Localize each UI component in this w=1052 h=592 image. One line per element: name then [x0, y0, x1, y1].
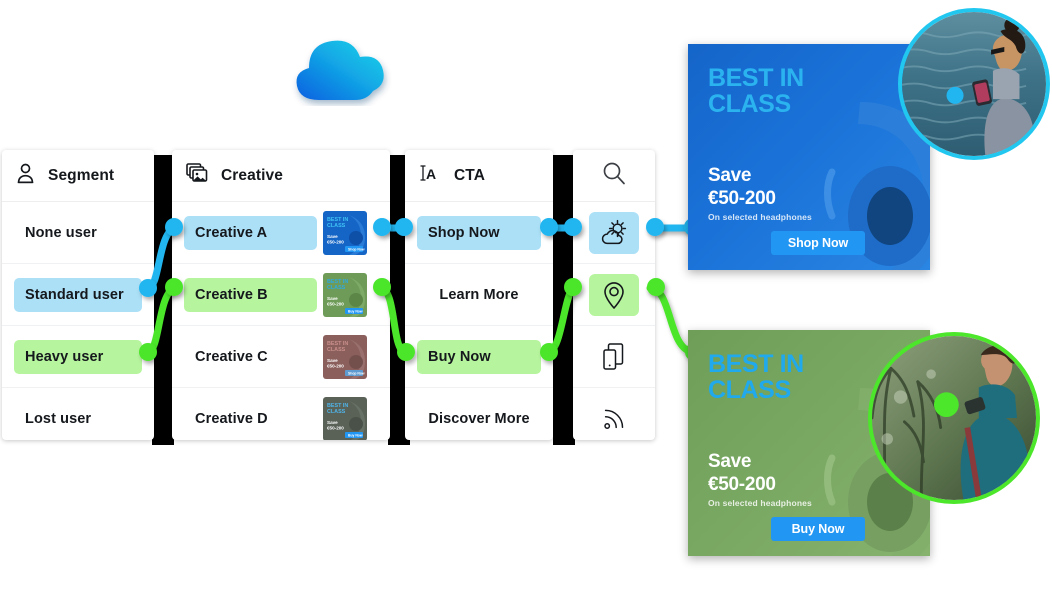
svg-text:CLASS: CLASS	[327, 223, 346, 229]
signal-icon	[589, 398, 639, 440]
separator-bar-1	[152, 155, 174, 445]
creative-label: Creative D	[195, 411, 268, 427]
segment-label: Heavy user	[14, 339, 142, 374]
ad-thumb-red: BEST IN CLASS Save €50-200 Shop Now	[323, 334, 367, 379]
ad-thumb-dark: BEST IN CLASS Save €50-200 Buy Now	[323, 397, 367, 440]
person-by-the-sea-photo	[898, 8, 1050, 160]
creative-label: Creative C	[195, 348, 268, 365]
svg-text:€50-200: €50-200	[327, 363, 344, 368]
svg-text:€50-200: €50-200	[327, 426, 344, 431]
cta-row[interactable]: Buy Now	[405, 326, 553, 388]
ad-cta-button[interactable]: Shop Now	[771, 231, 865, 255]
cta-label: Buy Now	[417, 339, 541, 374]
segment-label: Standard user	[14, 277, 142, 312]
ad-save-text: Save €50-200	[708, 451, 776, 496]
context-column-header	[573, 150, 655, 202]
user-icon	[16, 163, 35, 189]
svg-text:Save: Save	[327, 296, 338, 301]
creative-row[interactable]: Creative D BEST IN CLASS Save €50-200 Bu…	[172, 388, 390, 440]
segment-column-title: Segment	[48, 166, 115, 184]
devices-icon	[589, 336, 639, 378]
svg-text:A: A	[426, 166, 436, 182]
creative-row[interactable]: Creative C BEST IN CLASS Save €50-200 Sh…	[172, 326, 390, 388]
ad-subtext: On selected headphones	[708, 212, 812, 222]
cta-row[interactable]: Learn More	[405, 264, 553, 326]
canvas: Segment None user Standard user Heavy us…	[0, 0, 1052, 592]
svg-text:€50-200: €50-200	[327, 301, 344, 306]
context-row[interactable]	[573, 388, 655, 440]
cta-column-title: CTA	[454, 166, 486, 184]
location-pin-icon	[589, 273, 639, 316]
person-in-forest-photo	[868, 332, 1040, 504]
cloud-icon	[288, 34, 392, 106]
cta-label: Discover More	[428, 411, 530, 427]
ad-headline: BEST IN CLASS	[708, 350, 804, 404]
cta-label: Shop Now	[417, 215, 541, 250]
creative-label: Creative A	[184, 215, 317, 250]
segment-row[interactable]: Standard user	[2, 264, 154, 326]
svg-text:Buy Now: Buy Now	[348, 309, 363, 313]
creative-row[interactable]: Creative A BEST IN CLASS Save €50-200 Sh…	[172, 202, 390, 264]
cta-column: A CTA Shop Now Learn More Buy Now Discov…	[405, 150, 553, 440]
ad-preview-blue: BEST IN CLASS Save €50-200 On selected h…	[688, 44, 930, 270]
segment-label: None user	[25, 224, 97, 241]
svg-text:CLASS: CLASS	[327, 285, 346, 291]
cta-row[interactable]: Shop Now	[405, 202, 553, 264]
segment-row[interactable]: Lost user	[2, 388, 154, 440]
svg-text:Save: Save	[327, 358, 338, 363]
segment-row[interactable]: None user	[2, 202, 154, 264]
separator-bar-3	[553, 155, 575, 445]
svg-text:CLASS: CLASS	[327, 347, 346, 353]
ad-save-text: Save €50-200	[708, 165, 776, 210]
creative-column: Creative Creative A BEST IN CLASS Save €…	[172, 150, 390, 440]
cta-row[interactable]: Discover More	[405, 388, 553, 440]
segment-column: Segment None user Standard user Heavy us…	[2, 150, 154, 440]
creative-label: Creative B	[184, 277, 317, 312]
creative-column-title: Creative	[221, 166, 283, 184]
ad-cta-button[interactable]: Buy Now	[771, 517, 865, 541]
svg-text:CLASS: CLASS	[327, 409, 346, 415]
svg-text:Save: Save	[327, 420, 338, 425]
context-row[interactable]	[573, 326, 655, 388]
svg-text:Save: Save	[327, 234, 338, 239]
svg-text:Shop Now: Shop Now	[348, 247, 365, 251]
ad-thumb-blue: BEST IN CLASS Save €50-200 Shop Now	[323, 210, 367, 255]
svg-text:Buy Now: Buy Now	[348, 433, 363, 437]
ad-subtext: On selected headphones	[708, 498, 812, 508]
cta-column-header: A CTA	[405, 150, 553, 202]
context-row[interactable]	[573, 202, 655, 264]
cta-label: Learn More	[439, 286, 519, 303]
segment-row[interactable]: Heavy user	[2, 326, 154, 388]
ad-headline: BEST IN CLASS	[708, 64, 804, 118]
svg-text:€50-200: €50-200	[327, 239, 344, 244]
search-icon	[601, 160, 627, 191]
context-row[interactable]	[573, 264, 655, 326]
text-cursor-icon: A	[419, 163, 441, 188]
segment-column-header: Segment	[2, 150, 154, 202]
segment-label: Lost user	[25, 411, 92, 427]
images-icon	[186, 163, 208, 188]
svg-text:Shop Now: Shop Now	[348, 371, 365, 375]
context-column	[573, 150, 655, 440]
weather-icon	[589, 211, 639, 254]
ad-thumb-green: BEST IN CLASS Save €50-200 Buy Now	[323, 272, 367, 317]
creative-row[interactable]: Creative B BEST IN CLASS Save €50-200 Bu…	[172, 264, 390, 326]
creative-column-header: Creative	[172, 150, 390, 202]
